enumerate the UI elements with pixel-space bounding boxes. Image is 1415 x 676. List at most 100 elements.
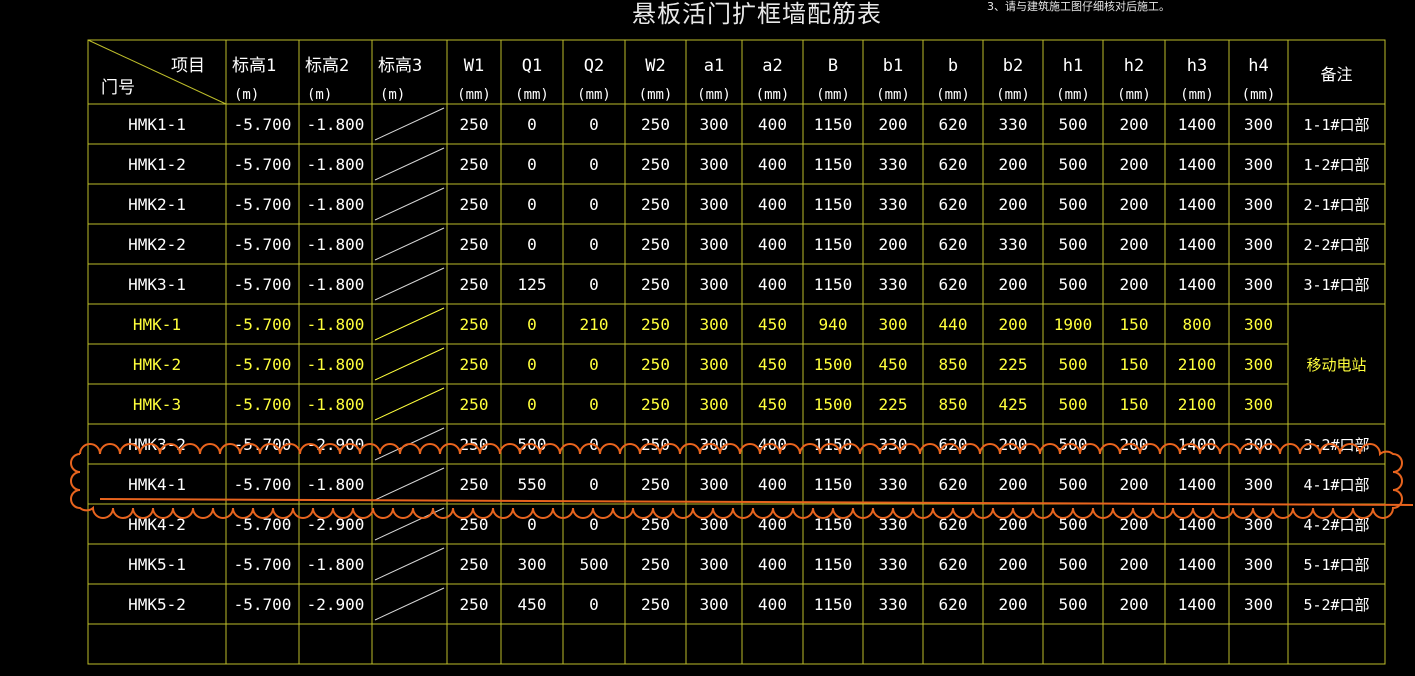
cell-value: 450 bbox=[518, 595, 547, 614]
cell-value: 300 bbox=[1244, 275, 1273, 294]
cell-value: -5.700 bbox=[234, 315, 292, 334]
row-remark: 1-2#口部 bbox=[1303, 156, 1369, 174]
empty-cell-slash bbox=[374, 227, 445, 261]
door-id: HMK3-2 bbox=[128, 435, 186, 454]
cell-value: 500 bbox=[1059, 195, 1088, 214]
cell-value: 200 bbox=[1120, 195, 1149, 214]
header-unit-7: (mm) bbox=[639, 87, 673, 103]
cell-value: 200 bbox=[999, 155, 1028, 174]
cell-value: 300 bbox=[700, 395, 729, 414]
cell-value: 300 bbox=[700, 115, 729, 134]
cell-value: -5.700 bbox=[234, 155, 292, 174]
cell-value: 0 bbox=[589, 275, 599, 294]
cell-value: 225 bbox=[999, 355, 1028, 374]
cell-value: -1.800 bbox=[307, 555, 365, 574]
cell-value: 300 bbox=[1244, 195, 1273, 214]
cell-value: 300 bbox=[700, 195, 729, 214]
header-unit-12: (mm) bbox=[936, 87, 970, 103]
cell-value: 450 bbox=[758, 395, 787, 414]
door-id: HMK1-2 bbox=[128, 155, 186, 174]
cell-value: 300 bbox=[518, 555, 547, 574]
door-id: HMK3-1 bbox=[128, 275, 186, 294]
cell-value: 330 bbox=[879, 275, 908, 294]
cell-value: 250 bbox=[460, 475, 489, 494]
cell-value: 330 bbox=[879, 195, 908, 214]
cell-value: 450 bbox=[758, 355, 787, 374]
cell-value: -1.800 bbox=[307, 315, 365, 334]
cell-value: 200 bbox=[999, 595, 1028, 614]
cell-value: 1150 bbox=[814, 155, 853, 174]
cell-value: -2.900 bbox=[307, 595, 365, 614]
cell-value: 500 bbox=[1059, 155, 1088, 174]
cell-value: 250 bbox=[460, 555, 489, 574]
cell-value: 200 bbox=[1120, 475, 1149, 494]
cell-value: 200 bbox=[1120, 595, 1149, 614]
cell-value: 500 bbox=[1059, 555, 1088, 574]
cell-value: 300 bbox=[1244, 315, 1273, 334]
cell-value: 500 bbox=[1059, 475, 1088, 494]
row-remark: 1-1#口部 bbox=[1303, 116, 1369, 134]
cell-value: 500 bbox=[1059, 595, 1088, 614]
table-cells: 项目门号 标高1 (m) 标高2 (m) 标高3 (m) W1 (mm) Q1 (mm) Q2 (mm)… bbox=[101, 56, 1370, 621]
cell-value: 300 bbox=[700, 275, 729, 294]
cell-value: 250 bbox=[641, 355, 670, 374]
cell-value: 330 bbox=[999, 115, 1028, 134]
header-unit-3: (m) bbox=[380, 87, 405, 103]
cell-value: 250 bbox=[460, 195, 489, 214]
cell-value: 1150 bbox=[814, 195, 853, 214]
cell-value: 300 bbox=[700, 235, 729, 254]
cell-value: 250 bbox=[460, 355, 489, 374]
cell-value: 300 bbox=[1244, 355, 1273, 374]
cell-value: 500 bbox=[1059, 115, 1088, 134]
cell-value: -1.800 bbox=[307, 475, 365, 494]
cell-value: -5.700 bbox=[234, 595, 292, 614]
cell-value: -1.800 bbox=[307, 235, 365, 254]
cell-value: 0 bbox=[527, 315, 537, 334]
cell-value: 250 bbox=[460, 595, 489, 614]
cell-value: -2.900 bbox=[307, 515, 365, 534]
empty-cell-slash bbox=[374, 187, 445, 221]
row-remark: 3-1#口部 bbox=[1303, 276, 1369, 294]
cell-value: -5.700 bbox=[234, 395, 292, 414]
header-unit-2: (m) bbox=[307, 87, 332, 103]
cell-value: 250 bbox=[641, 235, 670, 254]
header-unit-14: (mm) bbox=[1056, 87, 1090, 103]
empty-cell-slash bbox=[374, 307, 445, 341]
cell-value: 2100 bbox=[1178, 395, 1217, 414]
header-param-17: h4 bbox=[1248, 56, 1268, 76]
empty-cell-slash bbox=[374, 387, 445, 421]
door-id: HMK-3 bbox=[133, 395, 181, 414]
cell-value: 0 bbox=[527, 515, 537, 534]
cell-value: 500 bbox=[1059, 395, 1088, 414]
cell-value: 1400 bbox=[1178, 155, 1217, 174]
cell-value: 620 bbox=[939, 475, 968, 494]
door-id: HMK-2 bbox=[133, 355, 181, 374]
cell-value: 300 bbox=[700, 355, 729, 374]
cell-value: 400 bbox=[758, 195, 787, 214]
cell-value: 0 bbox=[527, 155, 537, 174]
cell-value: 0 bbox=[589, 515, 599, 534]
cell-value: 150 bbox=[1120, 315, 1149, 334]
cell-value: 620 bbox=[939, 115, 968, 134]
cell-value: 250 bbox=[460, 155, 489, 174]
cell-value: 1400 bbox=[1178, 195, 1217, 214]
cell-value: 0 bbox=[527, 355, 537, 374]
cell-value: 200 bbox=[999, 275, 1028, 294]
cell-value: 250 bbox=[641, 595, 670, 614]
cell-value: 250 bbox=[641, 275, 670, 294]
cell-value: 300 bbox=[879, 315, 908, 334]
door-id: HMK5-1 bbox=[128, 555, 186, 574]
header-unit-15: (mm) bbox=[1117, 87, 1151, 103]
cell-value: 300 bbox=[700, 595, 729, 614]
cell-value: 200 bbox=[1120, 235, 1149, 254]
header-unit-13: (mm) bbox=[996, 87, 1030, 103]
cell-value: 0 bbox=[589, 395, 599, 414]
cell-value: 1400 bbox=[1178, 555, 1217, 574]
cell-value: 200 bbox=[999, 555, 1028, 574]
cell-value: 1900 bbox=[1054, 315, 1093, 334]
cell-value: -1.800 bbox=[307, 115, 365, 134]
cell-value: -5.700 bbox=[234, 235, 292, 254]
cell-value: -5.700 bbox=[234, 555, 292, 574]
cell-value: 250 bbox=[641, 155, 670, 174]
header-param-4: W1 bbox=[464, 56, 484, 76]
